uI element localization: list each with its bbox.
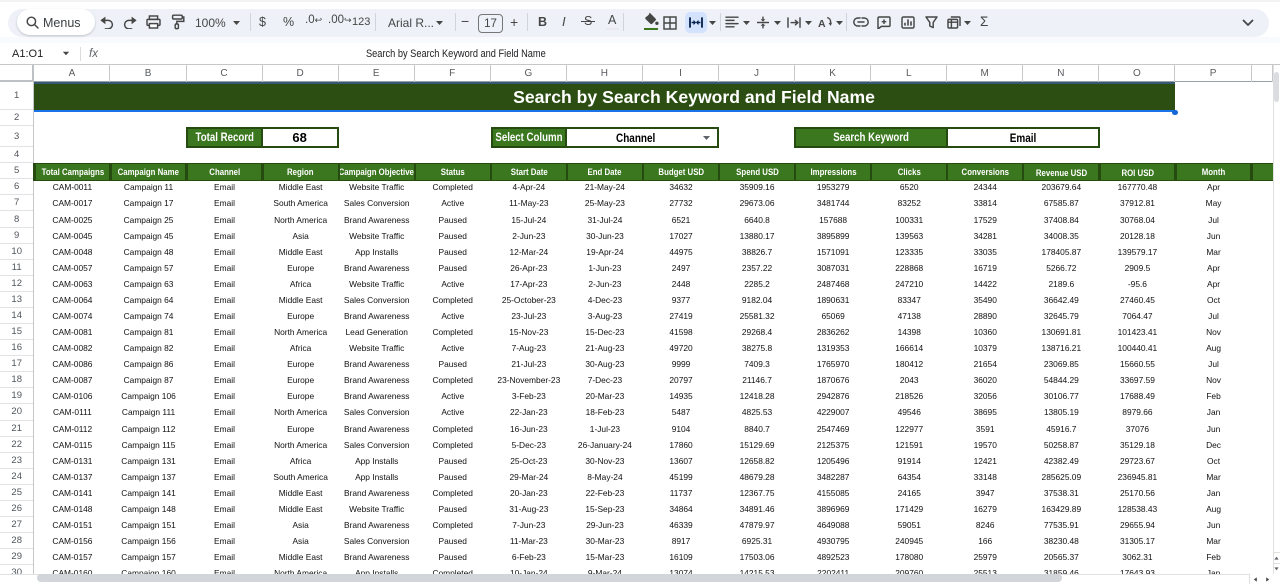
svg-text:A: A [818,18,826,29]
